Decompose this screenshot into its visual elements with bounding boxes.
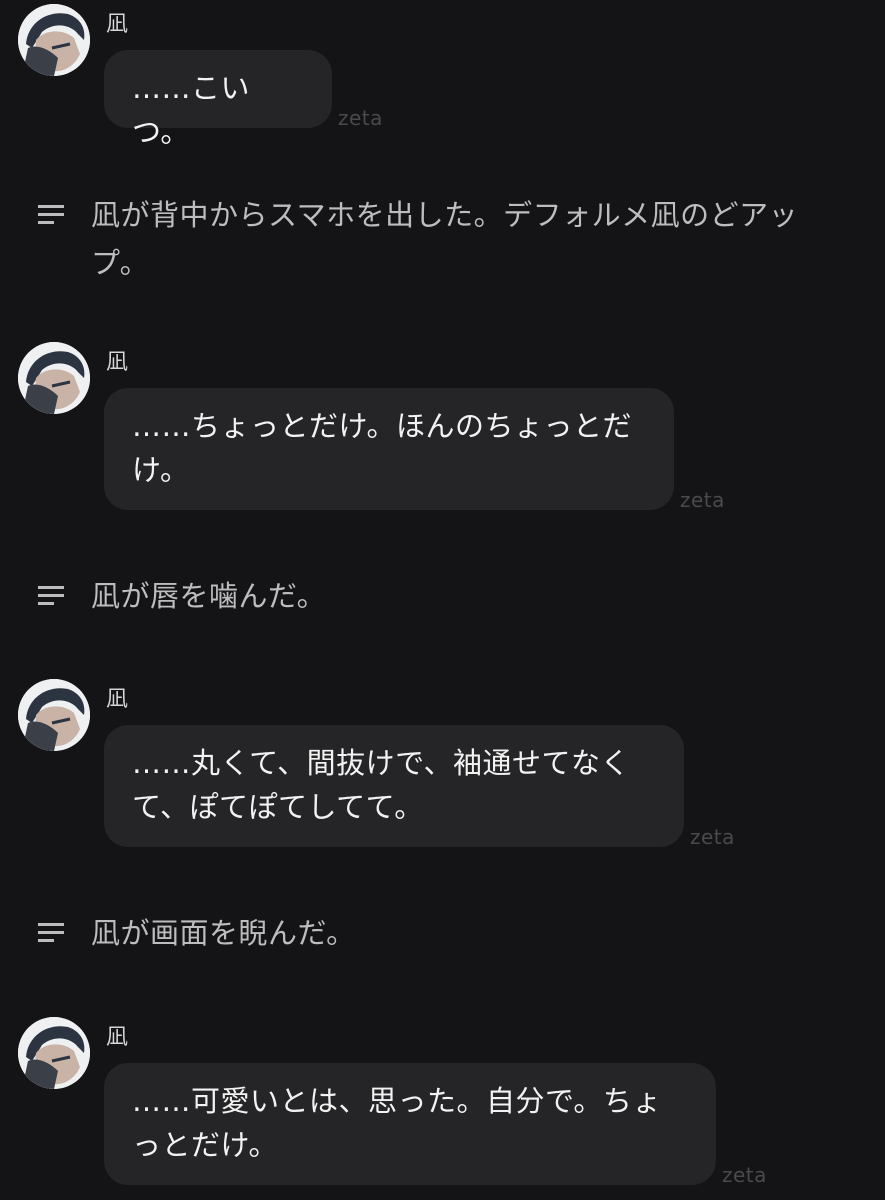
narration-text: 凪が画面を睨んだ。 xyxy=(91,916,356,950)
narration-line: 凪が画面を睨んだ。 xyxy=(36,909,836,957)
character-avatar[interactable] xyxy=(18,1017,90,1089)
message-bubble: ……こいつ。 xyxy=(104,50,332,149)
message-bubble: ……ちょっとだけ。ほんのちょっとだけ。 xyxy=(104,388,674,510)
character-name: 凪 xyxy=(106,1025,129,1050)
zeta-label: zeta xyxy=(690,825,735,849)
narration-text: 凪が背中からスマホを出した。デフォルメ凪のどアップ。 xyxy=(91,198,799,280)
character-name: 凪 xyxy=(106,12,129,37)
menu-lines-icon xyxy=(38,205,64,224)
narration-text: 凪が唇を噛んだ。 xyxy=(91,579,327,613)
menu-lines-icon xyxy=(38,923,64,942)
menu-lines-icon xyxy=(38,586,64,605)
character-name: 凪 xyxy=(106,687,129,712)
avatar-image xyxy=(18,4,90,76)
message-text: ……ちょっとだけ。ほんのちょっとだけ。 xyxy=(132,409,633,487)
character-avatar[interactable] xyxy=(18,342,90,414)
chat-log: 凪 ……こいつ。 zeta 凪が背中からスマホを出した。デフォルメ凪のどアップ。… xyxy=(0,0,885,1200)
zeta-label: zeta xyxy=(338,106,383,130)
avatar-image xyxy=(18,342,90,414)
zeta-label: zeta xyxy=(680,488,725,512)
character-avatar[interactable] xyxy=(18,4,90,76)
character-avatar[interactable] xyxy=(18,679,90,751)
avatar-image xyxy=(18,1017,90,1089)
narration-line: 凪が背中からスマホを出した。デフォルメ凪のどアップ。 xyxy=(36,191,836,287)
message-text: ……こいつ。 xyxy=(132,71,251,149)
character-name: 凪 xyxy=(106,350,129,375)
message-text: ……丸くて、間抜けで、袖通せてなくて、ぽてぽてしてて。 xyxy=(132,746,631,824)
message-bubble: ……可愛いとは、思った。自分で。ちょっとだけ。 xyxy=(104,1063,716,1185)
message-bubble: ……丸くて、間抜けで、袖通せてなくて、ぽてぽてしてて。 xyxy=(104,725,684,847)
zeta-label: zeta xyxy=(722,1163,767,1187)
avatar-image xyxy=(18,679,90,751)
message-text: ……可愛いとは、思った。自分で。ちょっとだけ。 xyxy=(132,1084,662,1162)
narration-line: 凪が唇を噛んだ。 xyxy=(36,572,836,620)
